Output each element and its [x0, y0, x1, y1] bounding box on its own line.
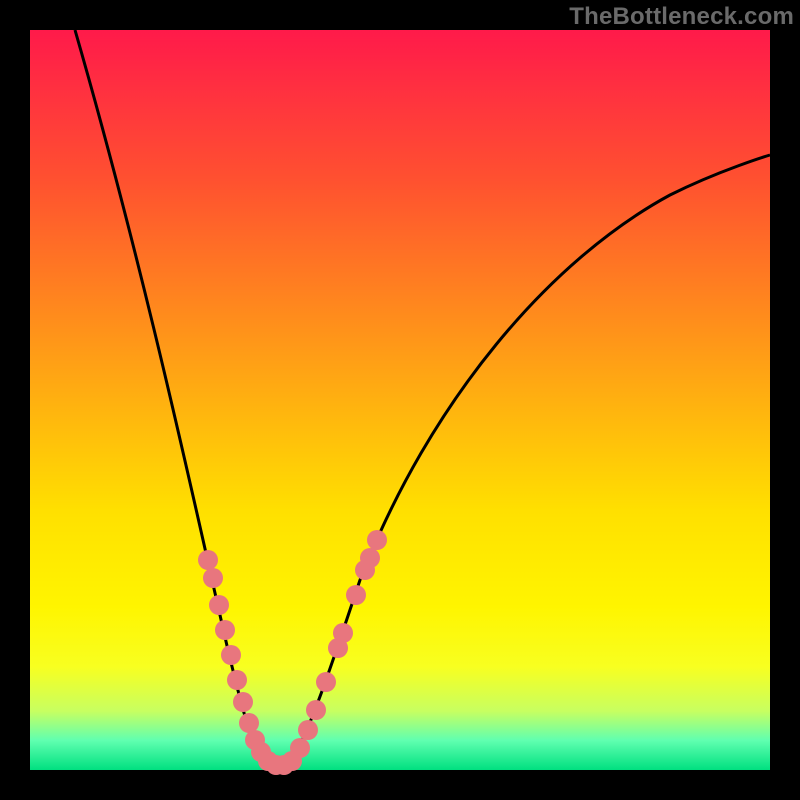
data-point [209, 595, 229, 615]
data-point [316, 672, 336, 692]
data-point [298, 720, 318, 740]
data-point [233, 692, 253, 712]
data-point [203, 568, 223, 588]
data-point [227, 670, 247, 690]
data-point [333, 623, 353, 643]
bottleneck-curve [75, 30, 770, 766]
data-point [290, 738, 310, 758]
data-point [239, 713, 259, 733]
chart-frame: TheBottleneck.com [0, 0, 800, 800]
data-point [367, 530, 387, 550]
data-point [346, 585, 366, 605]
data-dots [198, 530, 387, 775]
data-point [198, 550, 218, 570]
data-point [215, 620, 235, 640]
watermark-text: TheBottleneck.com [569, 3, 794, 31]
data-point [360, 548, 380, 568]
data-point [221, 645, 241, 665]
chart-svg [30, 30, 770, 770]
data-point [306, 700, 326, 720]
